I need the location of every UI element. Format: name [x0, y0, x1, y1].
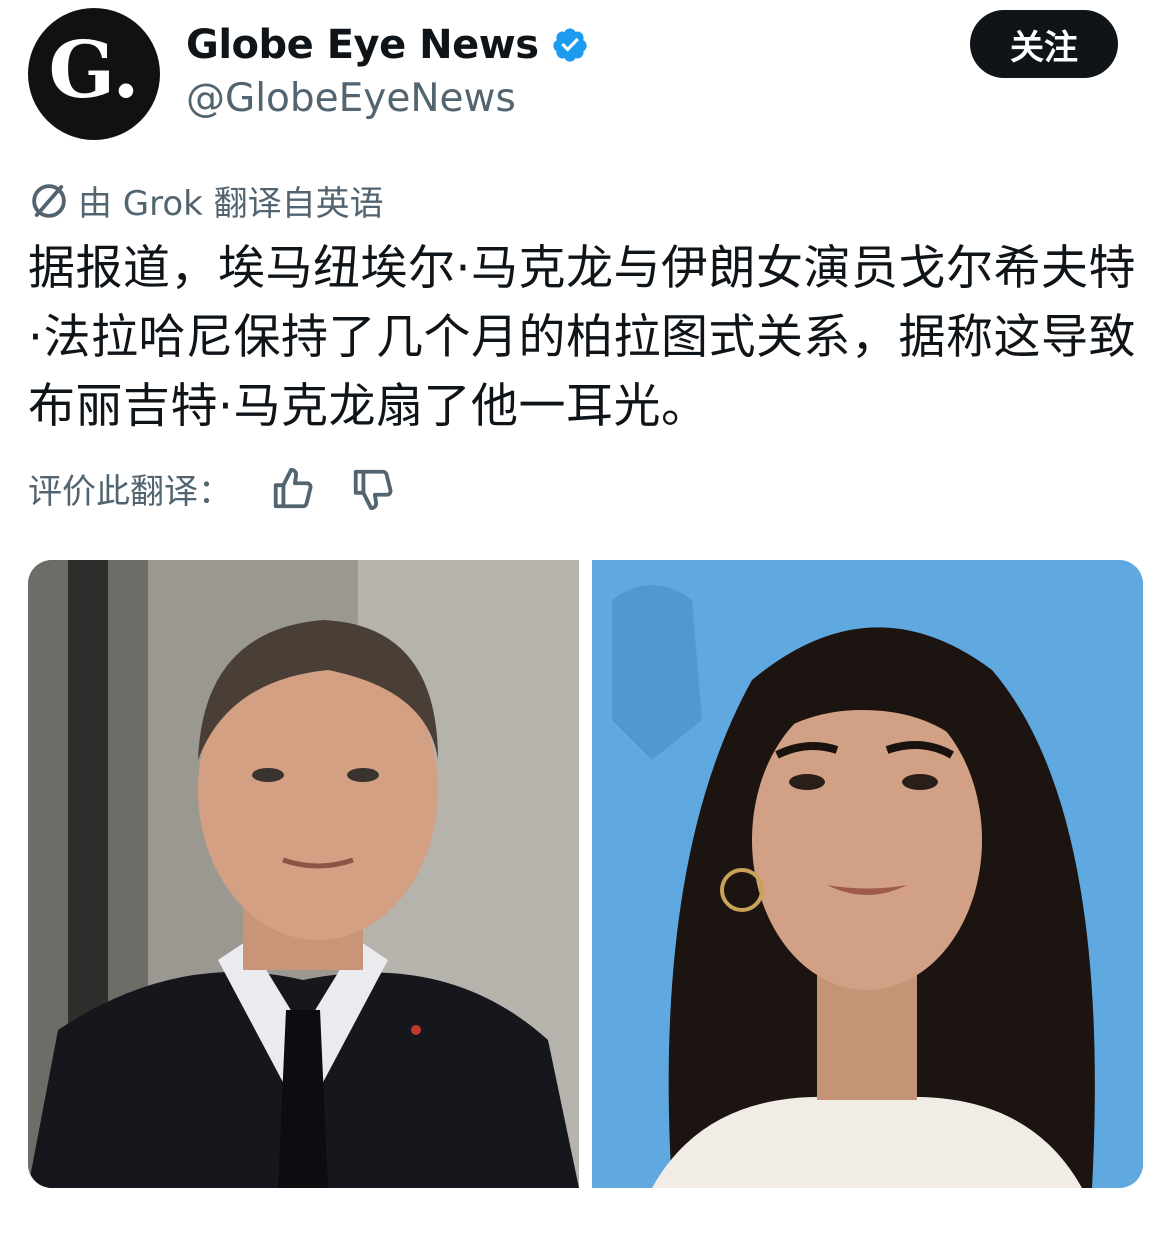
media-grid	[28, 560, 1143, 1188]
verified-badge-icon	[552, 28, 587, 62]
rate-translation-label: 评价此翻译：	[28, 472, 232, 512]
post-text: 据报道，埃马纽埃尔·马克龙与伊朗女演员戈尔希夫特·法拉哈尼保持了几个月的柏拉图式…	[28, 241, 1136, 434]
thumbs-up-icon[interactable]	[270, 466, 316, 512]
display-name[interactable]: Globe Eye News	[186, 22, 539, 68]
photo-man-in-suit[interactable]	[28, 560, 579, 1188]
account-handle[interactable]: @GlobeEyeNews	[186, 76, 516, 121]
avatar-logo: G.	[48, 25, 140, 116]
post-header: G. Globe Eye News @GlobeEyeNews 关注	[28, 8, 1148, 148]
avatar[interactable]: G.	[28, 8, 160, 140]
rate-translation: 评价此翻译：	[28, 464, 396, 513]
translation-note: 由 Grok 翻译自英语	[28, 176, 384, 225]
photo-woman-portrait[interactable]	[592, 560, 1143, 1188]
thumbs-down-icon[interactable]	[350, 466, 396, 512]
photo-man-illustration	[28, 560, 579, 1188]
translate-icon	[32, 183, 66, 218]
translation-note-text: 由 Grok 翻译自英语	[78, 184, 384, 224]
photo-woman-illustration	[592, 560, 1143, 1188]
name-row: Globe Eye News	[186, 22, 589, 68]
follow-button[interactable]: 关注	[970, 10, 1118, 78]
